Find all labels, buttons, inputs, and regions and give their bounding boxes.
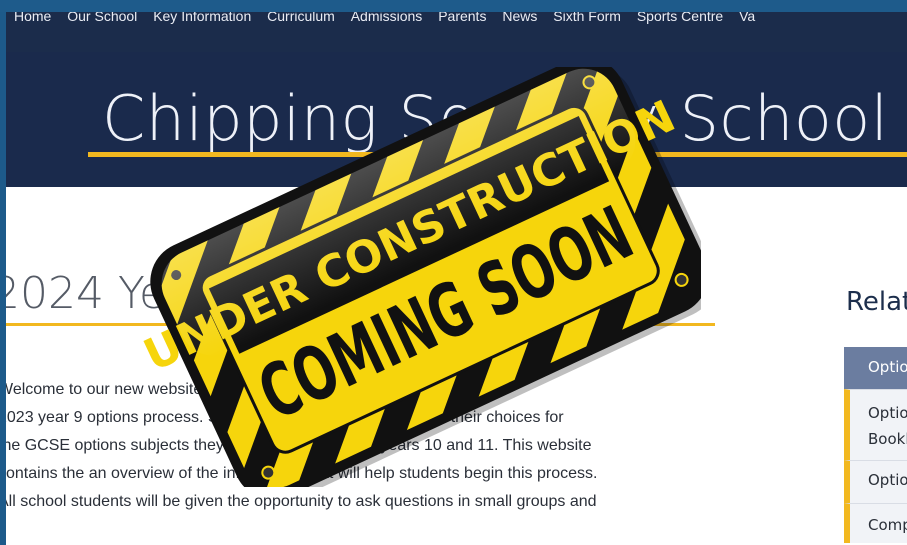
related-pages-list: Options Options Booklet Options Computer [844,347,907,543]
related-item-label: Booklet [868,430,907,448]
related-item-computer[interactable]: Computer [844,503,907,543]
under-construction-sign: UNDER CONSTRUCTION COMING SOON [136,57,716,502]
window-frame-top [0,0,907,12]
nav-item-key-information[interactable]: Key Information [153,12,251,24]
nav-item-our-school[interactable]: Our School [67,12,137,24]
nav-item-truncated[interactable]: Va [739,12,755,24]
related-item-label: Options [868,471,907,489]
web-page: Home Our School Key Information Curricul… [6,12,907,545]
top-navigation-bar: Home Our School Key Information Curricul… [6,12,907,52]
nav-item-sports-centre[interactable]: Sports Centre [637,12,723,24]
related-pages-heading: Related Pages [846,287,907,317]
related-item-active[interactable]: Options [844,347,907,389]
related-item-label: Computer [868,516,907,534]
nav-item-home[interactable]: Home [14,12,51,24]
nav-item-sixth-form[interactable]: Sixth Form [553,12,621,24]
nav-menu: Home Our School Key Information Curricul… [14,12,767,24]
related-item-options[interactable]: Options [844,460,907,503]
nav-item-news[interactable]: News [502,12,537,24]
intro-line: All school students will be given the op… [6,493,597,510]
nav-item-admissions[interactable]: Admissions [351,12,423,24]
nav-item-parents[interactable]: Parents [438,12,486,24]
nav-item-curriculum[interactable]: Curriculum [267,12,335,24]
construction-sign-graphic: UNDER CONSTRUCTION COMING SOON [136,57,716,502]
related-item-label: Options [868,404,907,422]
related-item-options-booklet[interactable]: Options Booklet [844,389,907,460]
